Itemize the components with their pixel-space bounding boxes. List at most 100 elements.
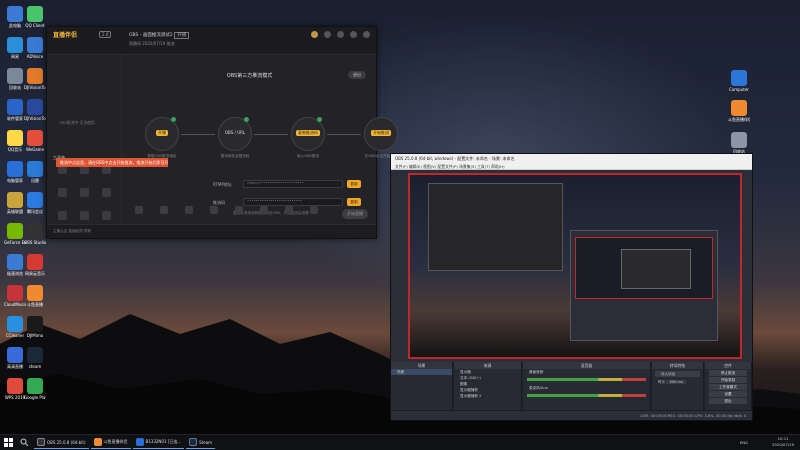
desktop-icon-label: 软件管家 bbox=[7, 116, 23, 121]
exit-button[interactable]: 退出 bbox=[709, 398, 747, 404]
stop-stream-button[interactable]: 停止推流 bbox=[709, 370, 747, 376]
tool-icon[interactable] bbox=[309, 206, 318, 214]
step-1: 开播 bbox=[145, 117, 179, 151]
app-icon bbox=[27, 6, 43, 22]
tool-icon[interactable] bbox=[160, 206, 169, 214]
scene-item[interactable]: 场景 bbox=[391, 369, 452, 375]
desktop-icon-label: 英雄联盟 bbox=[7, 209, 23, 214]
copy-key-button[interactable]: 复制 bbox=[347, 198, 361, 206]
desktop-icon[interactable]: 高清直播 bbox=[4, 347, 26, 370]
desktop-icon-label: WeGame bbox=[25, 147, 45, 152]
app-icon bbox=[27, 99, 43, 115]
desktop-icon-label: 高清直播 bbox=[7, 364, 23, 369]
desktop-icon[interactable]: CloudMusic bbox=[4, 285, 26, 307]
desktop-icon[interactable]: DJIMimo bbox=[24, 316, 46, 338]
desktop-icon-computer[interactable]: Computer bbox=[728, 70, 750, 92]
taskbar-item-douyu[interactable]: 斗鱼直播伴侣 bbox=[90, 436, 131, 449]
douyu-icon bbox=[93, 438, 102, 446]
tool-icon[interactable] bbox=[234, 206, 243, 214]
app-icon bbox=[27, 347, 43, 363]
desktop-icon[interactable]: Google Play bbox=[24, 378, 46, 400]
desktop-icon[interactable]: 腾讯会议 bbox=[24, 192, 46, 215]
search-icon[interactable] bbox=[20, 438, 30, 448]
rtmp-field[interactable]: rtmp://••••••••••••••••••••• bbox=[243, 180, 343, 188]
desktop-icon[interactable]: 极速浏览 bbox=[4, 254, 26, 277]
system-clock[interactable]: 10:11 2020/07/19 bbox=[772, 436, 794, 448]
bell-icon[interactable] bbox=[350, 31, 357, 38]
desktop-icon-label: 此电脑 bbox=[9, 23, 21, 28]
taskbar-item-remote[interactable]: B1332N01 [已连... bbox=[132, 436, 185, 449]
obs-icon bbox=[37, 438, 45, 446]
desktop-icon[interactable]: WPS 2019 bbox=[4, 378, 26, 400]
taskbar-item-obs[interactable]: OBS 25.0.8 (64-bit) bbox=[34, 436, 89, 449]
exit-obs-mode-button[interactable]: 退出 bbox=[348, 71, 366, 79]
desktop-icon[interactable]: 迅雷 bbox=[24, 161, 46, 184]
app-icon bbox=[27, 68, 43, 84]
tool-icon[interactable] bbox=[210, 206, 219, 214]
desktop-icon[interactable]: 网易云音乐 bbox=[24, 254, 46, 277]
desktop-icon[interactable]: WeGame bbox=[24, 130, 46, 152]
desktop-icon[interactable]: ADVoice bbox=[24, 37, 46, 59]
start-recording-button[interactable]: 开始录制 bbox=[709, 377, 747, 383]
avatar[interactable] bbox=[311, 31, 318, 38]
desktop-icon[interactable]: 此电脑 bbox=[4, 6, 26, 29]
obs-titlebar: OBS 25.0.8 (64-bit, windows) - 配置文件: 未命名… bbox=[391, 154, 752, 163]
desktop-icon-recycle[interactable]: 回收站 bbox=[728, 132, 750, 155]
desktop-icon[interactable]: CCleaner bbox=[4, 316, 26, 338]
desktop-icon[interactable]: 回收站 bbox=[4, 68, 26, 91]
tool-icon[interactable] bbox=[101, 211, 111, 220]
desktop-icon[interactable]: 斗鱼直播 bbox=[24, 285, 46, 308]
tool-icon[interactable] bbox=[57, 188, 67, 197]
desktop-icon[interactable]: QQ音乐 bbox=[4, 130, 26, 153]
desktop-icon[interactable]: 英雄联盟 bbox=[4, 192, 26, 215]
desktop-icon-label: QQ音乐 bbox=[7, 147, 23, 152]
remote-icon bbox=[135, 438, 144, 446]
tool-icon[interactable] bbox=[57, 211, 67, 220]
tool-icon[interactable] bbox=[79, 211, 89, 220]
desktop-icon-label: 电脑管家 bbox=[7, 178, 23, 183]
desktop-icon[interactable]: 软件管家 bbox=[4, 99, 26, 122]
taskbar: OBS 25.0.8 (64-bit) 斗鱼直播伴侣 B1332N01 [已连.… bbox=[0, 434, 800, 450]
skin-icon[interactable] bbox=[337, 31, 344, 38]
duration-input[interactable]: 300 ms bbox=[666, 380, 686, 384]
tool-icon[interactable] bbox=[79, 188, 89, 197]
desktop-icon[interactable]: OBS Studio bbox=[24, 223, 46, 245]
desktop-icon-label: Google Play bbox=[24, 395, 46, 400]
desktop-icon[interactable]: steam bbox=[24, 347, 46, 369]
settings-icon[interactable] bbox=[324, 31, 331, 38]
source-item[interactable]: 显示器捕获 2 bbox=[454, 393, 521, 399]
tool-icon[interactable] bbox=[135, 206, 144, 214]
share-icon[interactable] bbox=[363, 31, 370, 38]
mixer-channel-label: 麦克风/Aux bbox=[529, 386, 548, 390]
obs-menubar[interactable]: 文件(F) 编辑(E) 视图(V) 配置文件(P) 场景集(S) 工具(T) 帮… bbox=[391, 163, 752, 170]
desktop-icon-douyu[interactable]: 斗鱼直播伴侣 bbox=[728, 100, 750, 123]
app-icon bbox=[27, 130, 43, 146]
desktop-icon[interactable]: GeForce Experience bbox=[4, 223, 26, 245]
input-language[interactable]: ENG bbox=[740, 440, 748, 445]
sources-dock: 来源 显示器 文本 (GDI+) 图像 显示器捕获 显示器捕获 2 bbox=[454, 362, 522, 412]
recycle-bin-icon bbox=[731, 132, 747, 148]
desktop-icon[interactable]: DJIVisionTools bbox=[24, 68, 46, 90]
app-icon bbox=[7, 161, 23, 177]
settings-button[interactable]: 设置 bbox=[709, 391, 747, 397]
desktop-icon[interactable]: 网易 bbox=[4, 37, 26, 60]
taskbar-item-steam[interactable]: Steam bbox=[186, 436, 216, 449]
douyu-icon bbox=[731, 100, 747, 116]
app-icon bbox=[7, 68, 23, 84]
desktop-icon[interactable]: DJIVisionTools bbox=[24, 99, 46, 121]
desktop-icon[interactable]: 电脑管家 bbox=[4, 161, 26, 184]
desktop-icon[interactable]: QQ Client bbox=[24, 6, 46, 28]
copy-rtmp-button[interactable]: 复制 bbox=[347, 180, 361, 188]
start-button[interactable] bbox=[0, 435, 16, 450]
tool-icon[interactable] bbox=[284, 206, 293, 214]
tool-icon[interactable] bbox=[101, 188, 111, 197]
app-icon bbox=[7, 99, 23, 115]
tool-icon[interactable] bbox=[259, 206, 268, 214]
tool-icon[interactable] bbox=[185, 206, 194, 214]
stream-key-field[interactable]: •••••••••••••••••••••••••• bbox=[243, 198, 343, 206]
studio-mode-button[interactable]: 工作室模式 bbox=[709, 384, 747, 390]
transition-select[interactable]: 淡入淡出 bbox=[655, 371, 700, 377]
start-live-button[interactable]: 开始直播 bbox=[342, 209, 368, 219]
desktop-icon-label: DJIVisionTools bbox=[24, 116, 46, 121]
desktop-icon-label: CloudMusic bbox=[4, 302, 26, 307]
